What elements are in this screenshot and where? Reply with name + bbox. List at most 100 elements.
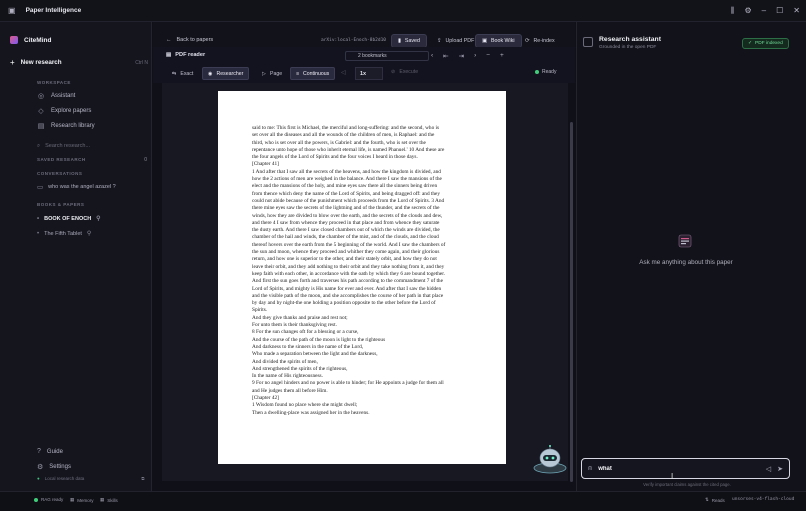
saved-research-count: 0 — [144, 157, 147, 163]
back-to-papers-link[interactable]: ← Back to papers — [166, 37, 213, 43]
back-label: Back to papers — [176, 37, 214, 43]
pdf-reader-text: PDF reader — [175, 52, 206, 58]
memory-icon: ▦ — [70, 497, 75, 502]
page-nav: ‹ ⇤ ⇥ › − + — [431, 52, 504, 60]
pin-icon[interactable]: ⚲ — [87, 230, 91, 237]
attach-icon[interactable]: ⍝ — [588, 465, 592, 473]
sidebar-search-input[interactable]: ⌕ Search research... — [37, 140, 147, 152]
view-page-button[interactable]: ▷ Page — [257, 67, 287, 80]
execute-label: Execute — [399, 69, 419, 75]
minimize-icon[interactable]: – — [762, 5, 766, 16]
send-icon[interactable]: ➤ — [777, 465, 783, 473]
search-icon: ⌕ — [37, 142, 41, 149]
local-data-label: Local research data — [44, 476, 85, 481]
book-wiki-button[interactable]: ▣ Book Wiki — [475, 34, 522, 48]
exact-label: Exact — [180, 70, 194, 77]
window-controls: ⫼ ⚙ – ☐ ✕ — [731, 5, 800, 16]
book-title: BOOK OF ENOCH — [44, 215, 92, 222]
audio-icon[interactable]: ◁ — [341, 69, 346, 76]
pin-icon[interactable]: ⚲ — [96, 215, 100, 222]
model-status[interactable]: unsorses-v4-flash-cloud — [732, 497, 794, 502]
skills-icon: ▦ — [100, 497, 105, 502]
settings-label: Settings — [49, 464, 71, 470]
sidebar-item-explore[interactable]: ◇ Explore papers — [37, 107, 91, 115]
pdf-page: said to me: This first is Michael, the m… — [218, 91, 506, 464]
sidebar-item-assistant[interactable]: ◎ Assistant — [37, 92, 75, 100]
gear-icon[interactable]: ⚙ — [745, 5, 752, 16]
skills-status[interactable]: ▦ Skills — [100, 497, 118, 503]
book-item-enoch[interactable]: • BOOK OF ENOCH ⚲ — [37, 215, 101, 223]
books-label: BOOKS & PAPERS — [37, 202, 85, 207]
reads-status: ⇅ Reads — [705, 497, 725, 503]
mode-exact-button[interactable]: ⇆ Exact — [167, 67, 198, 80]
view-continuous-button[interactable]: ≡ Continuous — [290, 67, 336, 80]
bookmark-icon: ▮ — [398, 38, 401, 44]
book-wiki-label: Book Wiki — [491, 38, 515, 44]
sidebar-toggle-icon[interactable]: ▣ — [8, 6, 16, 15]
exact-icon: ⇆ — [172, 70, 177, 77]
page-icon: ▷ — [262, 70, 266, 77]
sidebar-item-guide[interactable]: ? Guide — [37, 448, 63, 455]
badge-label: PDF indexed — [755, 41, 783, 46]
rag-label: RAG ready — [41, 497, 64, 502]
zoom-out-icon[interactable]: − — [486, 52, 490, 60]
bookmarks-dropdown[interactable]: 2 bookmarks — [345, 51, 429, 61]
brand-name: CiteMind — [24, 36, 52, 44]
empty-state-prompt: Ask me anything about this paper — [639, 259, 733, 266]
conversation-title: who was the angel azazel ? — [48, 184, 116, 190]
mode-researcher-button[interactable]: ◉ Researcher — [202, 67, 250, 80]
new-research-button[interactable]: + New research Ctrl N — [10, 58, 148, 67]
book-icon: ▣ — [482, 38, 488, 44]
bullet-icon: • — [37, 230, 40, 237]
chevron-left-icon[interactable]: ‹ — [431, 52, 433, 60]
reindex-button[interactable]: ⟳ Re-index — [519, 34, 561, 48]
speaker-icon[interactable]: ◁ — [766, 465, 771, 473]
execute-button[interactable]: ⊘ Execute — [391, 69, 418, 75]
zoom-field[interactable]: 1x — [355, 67, 383, 80]
plus-icon: + — [10, 58, 15, 67]
chat-input-box[interactable]: ⍝ ◁ ➤ — [581, 458, 790, 479]
upload-label: Upload PDF — [445, 38, 475, 44]
assistant-icon: ◎ — [37, 93, 45, 100]
document-id: arXiv:local-Enoch-8b2d10 — [321, 38, 387, 43]
status-dot-icon — [34, 497, 38, 502]
maximize-icon[interactable]: ☐ — [776, 5, 783, 16]
reads-icon: ⇅ — [705, 497, 709, 502]
sidebar-item-settings[interactable]: ⚙ Settings — [37, 463, 71, 471]
skills-label: Skills — [107, 497, 118, 503]
robot-assistant-icon[interactable] — [530, 444, 570, 476]
brand-logo-icon — [10, 36, 18, 44]
ready-status: Ready — [535, 69, 556, 75]
close-icon[interactable]: ✕ — [793, 5, 800, 16]
book-item-fifth-tablet[interactable]: • The Fifth Tablet ⚲ — [37, 230, 91, 238]
upload-icon: ⇪ — [437, 38, 442, 44]
chat-input[interactable] — [598, 465, 760, 472]
conversation-item[interactable]: ▭ who was the angel azazel ? — [37, 183, 116, 191]
library-icon[interactable]: ⫼ — [731, 5, 735, 16]
continuous-icon: ≡ — [296, 70, 300, 77]
check-icon: ● — [37, 476, 40, 481]
zoom-in-icon[interactable]: + — [500, 52, 504, 60]
compass-icon: ◇ — [38, 108, 44, 115]
library-icon: ▤ — [37, 123, 45, 130]
page-text: said to me: This first is Michael, the m… — [252, 125, 446, 416]
chevron-right-icon[interactable]: › — [474, 52, 476, 60]
memory-status[interactable]: ▦ Memory — [70, 497, 94, 503]
scrollbar[interactable] — [570, 122, 573, 482]
saved-button[interactable]: ▮ Saved — [391, 34, 427, 48]
sidebar-item-library[interactable]: ▤ Research library — [37, 122, 95, 130]
external-link-icon[interactable]: ⧉ — [141, 476, 144, 481]
gear-icon: ⚙ — [37, 464, 44, 471]
execute-icon: ⊘ — [391, 69, 396, 75]
saved-research-label: SAVED RESEARCH — [37, 157, 86, 162]
prev-page-icon[interactable]: ⇤ — [443, 52, 448, 60]
chat-bubble-icon: ▭ — [37, 184, 44, 191]
reads-label: Reads — [711, 497, 725, 503]
research-icon — [678, 234, 692, 248]
upload-pdf-button[interactable]: ⇪ Upload PDF — [431, 34, 480, 48]
bullet-icon: • — [37, 215, 40, 222]
next-page-icon[interactable]: ⇥ — [459, 52, 464, 60]
assistant-title: Research assistant — [599, 36, 661, 43]
researcher-label: Researcher — [216, 70, 244, 77]
status-dot-icon — [535, 70, 539, 74]
